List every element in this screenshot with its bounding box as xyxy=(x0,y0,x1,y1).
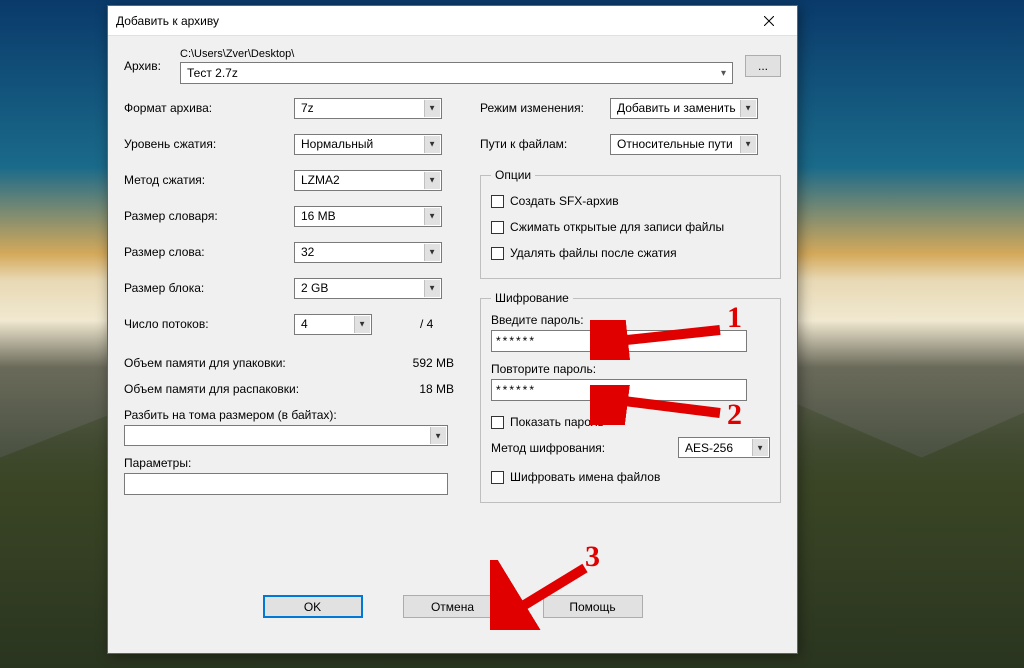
password1-input[interactable] xyxy=(491,330,747,352)
password1-label: Введите пароль: xyxy=(491,313,770,327)
threads-label: Число потоков: xyxy=(124,317,294,331)
help-button[interactable]: Помощь xyxy=(543,595,643,618)
encryption-group: Шифрование Введите пароль: Повторите пар… xyxy=(480,291,781,503)
update-value: Добавить и заменить xyxy=(617,101,736,115)
titlebar: Добавить к архиву xyxy=(108,6,797,36)
mem-unpack-value: 18 MB xyxy=(394,382,454,402)
split-label: Разбить на тома размером (в байтах): xyxy=(124,408,454,422)
word-combo[interactable]: 32▼ xyxy=(294,242,442,263)
show-password-checkbox[interactable] xyxy=(491,416,504,429)
password2-input[interactable] xyxy=(491,379,747,401)
threads-value: 4 xyxy=(301,317,308,331)
archive-label: Архив: xyxy=(124,59,180,73)
paths-value: Относительные пути xyxy=(617,137,733,151)
browse-button[interactable]: ... xyxy=(745,55,781,77)
update-label: Режим изменения: xyxy=(480,101,610,115)
format-value: 7z xyxy=(301,101,314,115)
cancel-button[interactable]: Отмена xyxy=(403,595,503,618)
dict-label: Размер словаря: xyxy=(124,209,294,223)
encrypt-names-label: Шифровать имена файлов xyxy=(510,470,660,484)
paths-combo[interactable]: Относительные пути▼ xyxy=(610,134,758,155)
delete-label: Удалять файлы после сжатия xyxy=(510,246,677,260)
level-value: Нормальный xyxy=(301,137,373,151)
sfx-label: Создать SFX-архив xyxy=(510,194,619,208)
method-value: LZMA2 xyxy=(301,173,340,187)
update-combo[interactable]: Добавить и заменить▼ xyxy=(610,98,758,119)
split-combo[interactable]: ▼ xyxy=(124,425,448,446)
archive-name-combo[interactable]: Тест 2.7z xyxy=(180,62,733,84)
threads-combo[interactable]: 4▼ xyxy=(294,314,372,335)
shared-label: Сжимать открытые для записи файлы xyxy=(510,220,724,234)
dict-value: 16 MB xyxy=(301,209,336,223)
level-combo[interactable]: Нормальный▼ xyxy=(294,134,442,155)
block-label: Размер блока: xyxy=(124,281,294,295)
block-value: 2 GB xyxy=(301,281,328,295)
paths-label: Пути к файлам: xyxy=(480,137,610,151)
mem-pack-value: 592 MB xyxy=(394,356,454,376)
delete-checkbox[interactable] xyxy=(491,247,504,260)
add-to-archive-dialog: Добавить к архиву Архив: C:\Users\Zver\D… xyxy=(107,5,798,654)
dict-combo[interactable]: 16 MB▼ xyxy=(294,206,442,227)
word-label: Размер слова: xyxy=(124,245,294,259)
close-icon xyxy=(764,16,774,26)
enc-method-label: Метод шифрования: xyxy=(491,441,678,455)
shared-checkbox[interactable] xyxy=(491,221,504,234)
ok-button[interactable]: OK xyxy=(263,595,363,618)
block-combo[interactable]: 2 GB▼ xyxy=(294,278,442,299)
sfx-checkbox[interactable] xyxy=(491,195,504,208)
show-password-label: Показать пароль xyxy=(510,415,604,429)
level-label: Уровень сжатия: xyxy=(124,137,294,151)
password2-label: Повторите пароль: xyxy=(491,362,770,376)
dialog-title: Добавить к архиву xyxy=(116,14,749,28)
options-group: Опции Создать SFX-архив Сжимать открытые… xyxy=(480,168,781,279)
archive-name-value: Тест 2.7z xyxy=(187,66,238,80)
mem-pack-label: Объем памяти для упаковки: xyxy=(124,356,394,376)
mem-unpack-label: Объем памяти для распаковки: xyxy=(124,382,394,402)
method-combo[interactable]: LZMA2▼ xyxy=(294,170,442,191)
enc-method-combo[interactable]: AES-256▼ xyxy=(678,437,770,458)
enc-method-value: AES-256 xyxy=(685,441,733,455)
threads-max: / 4 xyxy=(420,317,433,331)
close-button[interactable] xyxy=(749,7,789,35)
format-label: Формат архива: xyxy=(124,101,294,115)
params-input[interactable] xyxy=(124,473,448,495)
archive-path: C:\Users\Zver\Desktop\ xyxy=(180,48,733,60)
format-combo[interactable]: 7z▼ xyxy=(294,98,442,119)
params-label: Параметры: xyxy=(124,456,454,470)
encrypt-names-checkbox[interactable] xyxy=(491,471,504,484)
method-label: Метод сжатия: xyxy=(124,173,294,187)
word-value: 32 xyxy=(301,245,314,259)
options-legend: Опции xyxy=(491,168,535,182)
encryption-legend: Шифрование xyxy=(491,291,573,305)
